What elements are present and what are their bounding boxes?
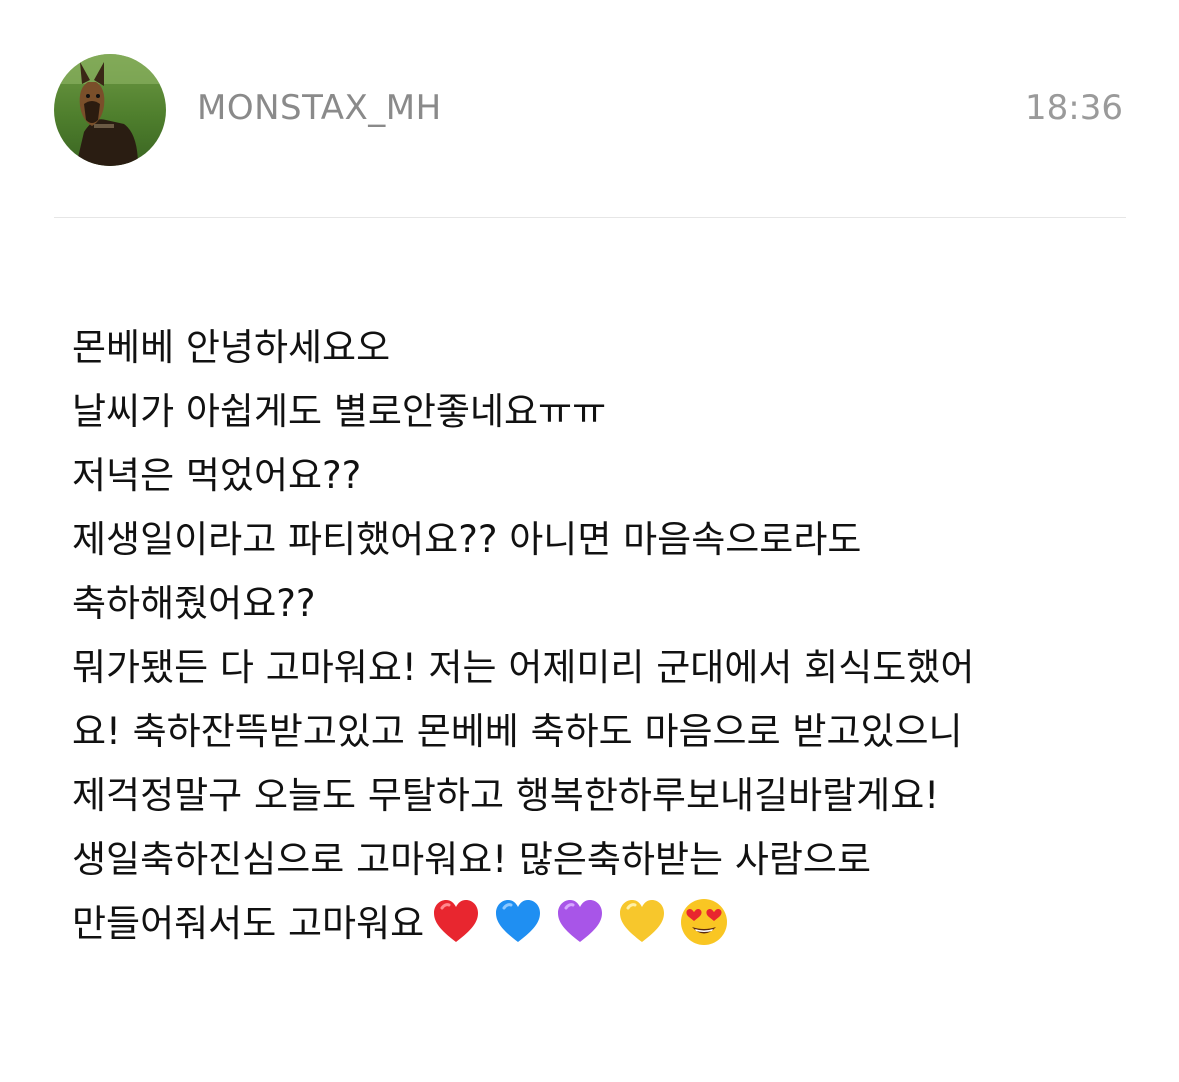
message-line: 요! 축하잔뜩받고있고 몬베베 축하도 마음으로 받고있으니 <box>72 710 963 753</box>
message-line: 뭐가됐든 다 고마워요! 저는 어제미리 군대에서 회식도했어 <box>72 646 975 689</box>
red-heart-icon <box>430 896 482 948</box>
avatar[interactable] <box>54 54 166 166</box>
message-line: 저녁은 먹었어요?? <box>72 454 362 497</box>
message-body: 몬베베 안녕하세요오 날씨가 아쉽게도 별로안좋네요ㅠㅠ 저녁은 먹었어요?? … <box>72 316 1112 956</box>
message-line: 제걱정말구 오늘도 무탈하고 행복한하루보내길바랄게요! <box>72 774 940 817</box>
emoji-row <box>430 896 730 948</box>
divider <box>54 217 1126 218</box>
message-line-last: 만들어줘서도 고마워요 <box>72 892 1112 956</box>
username[interactable]: MONSTAX_MH <box>197 88 442 128</box>
message-line-text: 만들어줘서도 고마워요 <box>72 902 425 945</box>
heart-eyes-face-icon <box>678 896 730 948</box>
yellow-heart-icon <box>616 896 668 948</box>
message-line: 축하해줬어요?? <box>72 582 316 625</box>
purple-heart-icon <box>554 896 606 948</box>
message-line: 생일축하진심으로 고마워요! 많은축하받는 사람으로 <box>72 838 871 881</box>
blue-heart-icon <box>492 896 544 948</box>
message-line: 제생일이라고 파티했어요?? 아니면 마음속으로라도 <box>72 518 862 561</box>
dog-photo-icon <box>54 54 166 166</box>
post-header: MONSTAX_MH 18:36 <box>54 54 1126 166</box>
message-line: 몬베베 안녕하세요오 <box>72 326 391 369</box>
timestamp: 18:36 <box>1025 88 1123 128</box>
message-line: 날씨가 아쉽게도 별로안좋네요ㅠㅠ <box>72 390 607 433</box>
